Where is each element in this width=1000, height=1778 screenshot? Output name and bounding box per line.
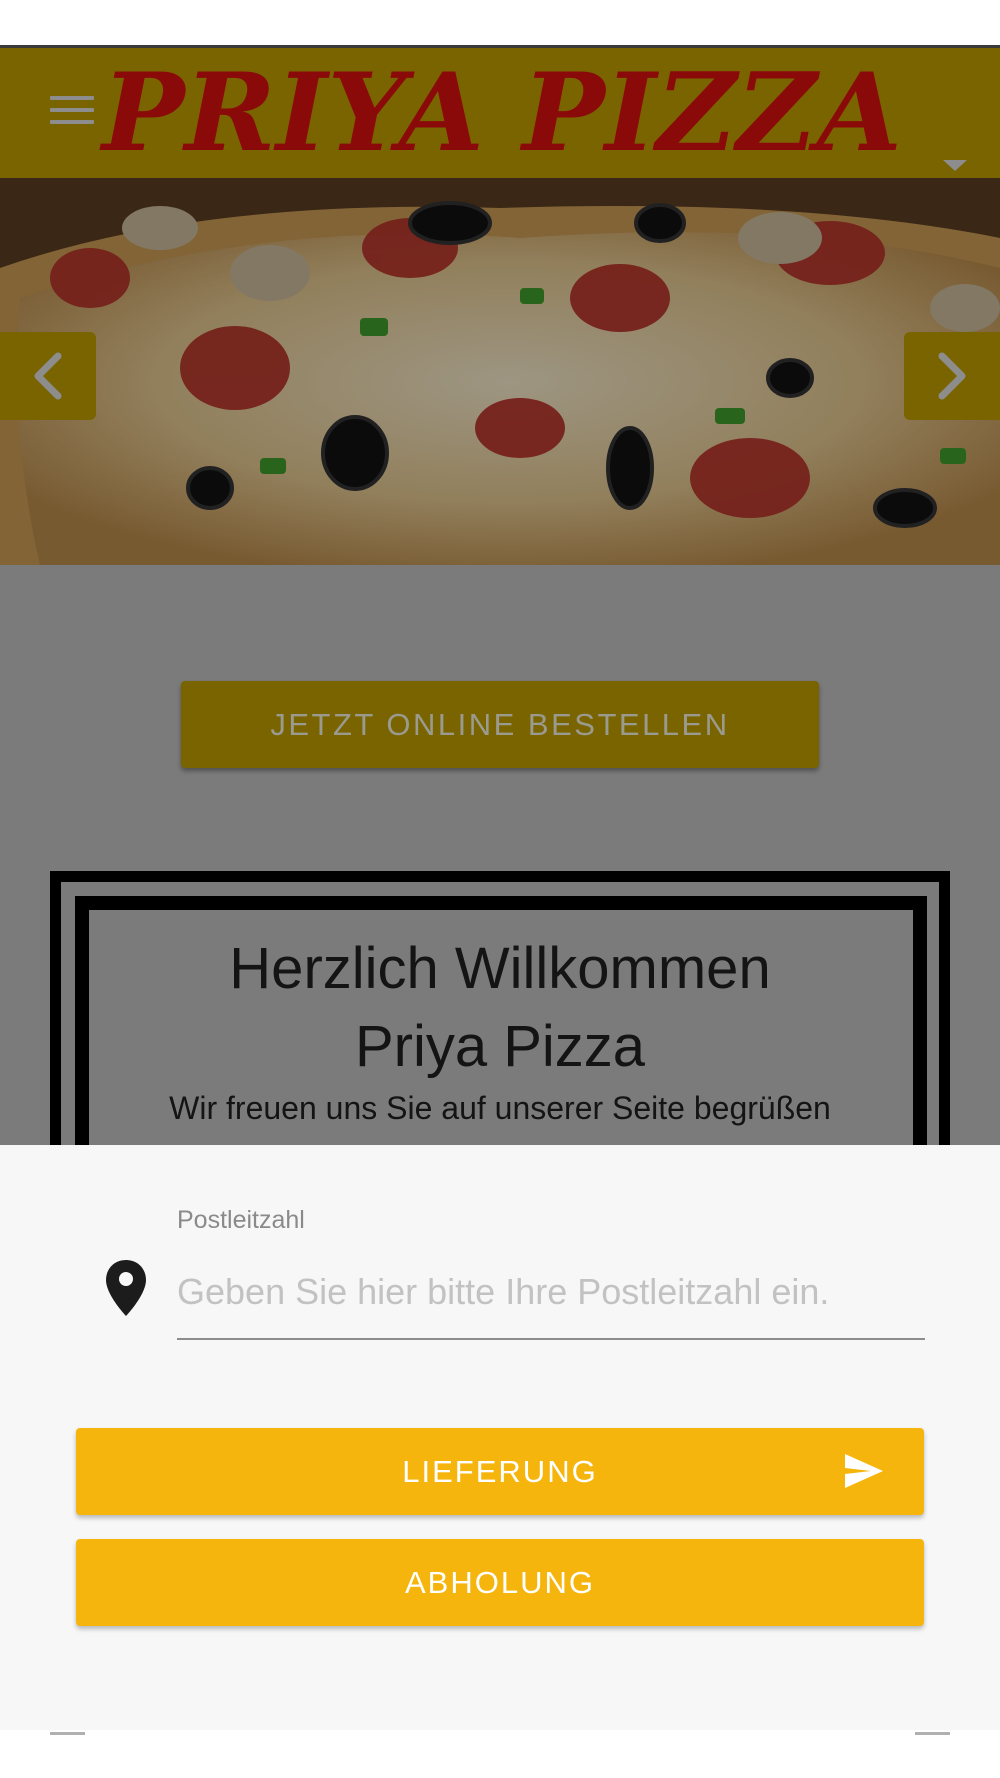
priya-pizza-logo[interactable]: PRIYA PIZZA (95, 50, 910, 175)
bottom-edge (0, 1730, 1000, 1778)
map-pin-icon (106, 1260, 146, 1316)
order-online-button[interactable]: JETZT ONLINE BESTELLEN (181, 681, 819, 768)
frame-edge-left (50, 1732, 85, 1735)
hero-overlay (0, 178, 1000, 565)
logo-text: PRIYA PIZZA (99, 50, 902, 175)
hero-slider (0, 178, 1000, 565)
slider-prev-button[interactable] (0, 332, 96, 420)
postcode-input[interactable] (177, 1263, 925, 1321)
hamburger-menu-icon[interactable] (50, 96, 94, 126)
caret-down-icon[interactable] (943, 160, 967, 171)
send-icon (845, 1454, 883, 1488)
chevron-right-icon (938, 352, 966, 400)
pickup-label: ABHOLUNG (405, 1564, 595, 1600)
welcome-title-line2: Priya Pizza (354, 1014, 646, 1079)
pickup-button[interactable]: ABHOLUNG (76, 1539, 924, 1626)
postcode-label: Postleitzahl (177, 1206, 305, 1234)
postcode-underline (177, 1338, 925, 1340)
slider-next-button[interactable] (904, 332, 1000, 420)
chevron-left-icon (34, 352, 62, 400)
welcome-title: Herzlich Willkommen Priya Pizza (100, 930, 900, 1086)
frame-edge-right (915, 1732, 950, 1735)
welcome-title-line1: Herzlich Willkommen (229, 936, 771, 1001)
status-bar-area (0, 0, 1000, 45)
delivery-label: LIEFERUNG (402, 1453, 598, 1489)
delivery-button[interactable]: LIEFERUNG (76, 1428, 924, 1515)
site-header: PRIYA PIZZA (0, 45, 1000, 178)
welcome-subtitle: Wir freuen uns Sie auf unserer Seite beg… (169, 1090, 831, 1126)
